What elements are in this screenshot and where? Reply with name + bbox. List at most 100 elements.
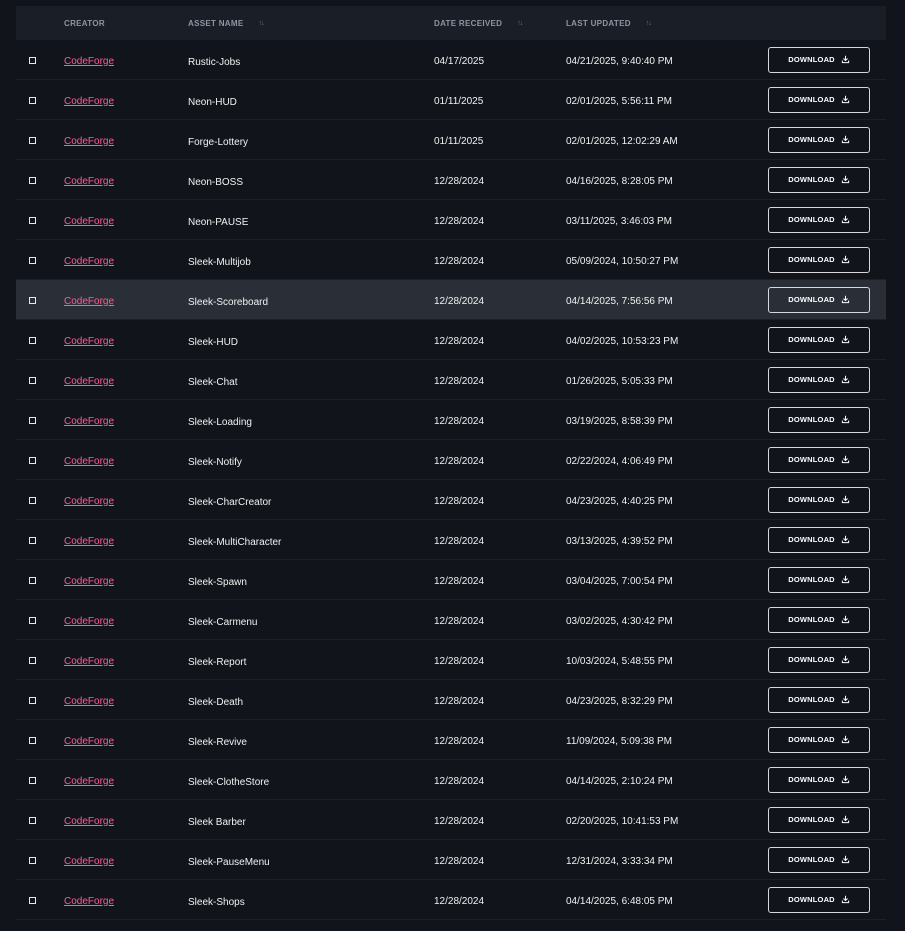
row-checkbox[interactable] <box>29 176 36 184</box>
download-button[interactable]: DOWNLOAD <box>768 846 870 873</box>
download-button[interactable]: DOWNLOAD <box>768 406 870 433</box>
creator-link[interactable]: CodeForge <box>64 456 114 467</box>
row-checkbox[interactable] <box>29 496 36 504</box>
row-checkbox[interactable] <box>29 576 36 584</box>
download-icon <box>841 295 849 304</box>
creator-link[interactable]: CodeForge <box>64 96 114 107</box>
column-header-asset-name[interactable]: ASSET NAME ↑↓ <box>188 19 434 28</box>
row-checkbox[interactable] <box>29 856 36 864</box>
creator-link[interactable]: CodeForge <box>64 896 114 907</box>
row-checkbox[interactable] <box>29 696 36 704</box>
row-checkbox[interactable] <box>29 376 36 384</box>
creator-link[interactable]: CodeForge <box>64 536 114 547</box>
row-checkbox[interactable] <box>29 296 36 304</box>
creator-link[interactable]: CodeForge <box>64 136 114 147</box>
download-button[interactable]: DOWNLOAD <box>768 566 870 593</box>
download-button[interactable]: DOWNLOAD <box>768 726 870 753</box>
row-checkbox[interactable] <box>29 736 36 744</box>
row-checkbox[interactable] <box>29 656 36 664</box>
asset-name-cell: Sleek-MultiCharacter <box>188 531 434 549</box>
table-row: CodeForge Sleek-Spawn 12/28/2024 03/04/2… <box>16 560 886 600</box>
download-button[interactable]: DOWNLOAD <box>768 166 870 193</box>
sort-icon[interactable]: ↑↓ <box>646 20 652 27</box>
row-checkbox[interactable] <box>29 416 36 424</box>
creator-link[interactable]: CodeForge <box>64 736 114 747</box>
last-updated: 03/02/2025, 4:30:42 PM <box>566 615 673 627</box>
last-updated: 04/23/2025, 8:32:29 PM <box>566 695 673 707</box>
action-cell: DOWNLOAD <box>766 166 886 193</box>
download-button[interactable]: DOWNLOAD <box>768 486 870 513</box>
row-checkbox[interactable] <box>29 336 36 344</box>
download-label: DOWNLOAD <box>788 215 835 224</box>
row-checkbox[interactable] <box>29 896 36 904</box>
download-button[interactable]: DOWNLOAD <box>768 86 870 113</box>
download-button[interactable]: DOWNLOAD <box>768 326 870 353</box>
download-button[interactable]: DOWNLOAD <box>768 46 870 73</box>
date-received: 12/28/2024 <box>434 415 485 427</box>
download-label: DOWNLOAD <box>788 295 835 304</box>
row-checkbox[interactable] <box>29 136 36 144</box>
last-updated-cell: 03/13/2025, 4:39:52 PM <box>566 531 766 549</box>
download-button[interactable]: DOWNLOAD <box>768 806 870 833</box>
download-button[interactable]: DOWNLOAD <box>768 126 870 153</box>
asset-name: Sleek-CharCreator <box>188 496 272 508</box>
asset-name: Forge-Lottery <box>188 136 249 148</box>
creator-cell: CodeForge <box>64 491 188 509</box>
creator-link[interactable]: CodeForge <box>64 656 114 667</box>
download-button[interactable]: DOWNLOAD <box>768 526 870 553</box>
creator-cell: CodeForge <box>64 731 188 749</box>
creator-link[interactable]: CodeForge <box>64 856 114 867</box>
download-button[interactable]: DOWNLOAD <box>768 366 870 393</box>
table-row: CodeForge Sleek-Report 12/28/2024 10/03/… <box>16 640 886 680</box>
creator-link[interactable]: CodeForge <box>64 56 114 67</box>
creator-link[interactable]: CodeForge <box>64 576 114 587</box>
download-button[interactable]: DOWNLOAD <box>768 606 870 633</box>
last-updated-cell: 03/19/2025, 8:58:39 PM <box>566 411 766 429</box>
download-button[interactable]: DOWNLOAD <box>768 206 870 233</box>
asset-name-cell: Sleek Barber <box>188 811 434 829</box>
creator-link[interactable]: CodeForge <box>64 376 114 387</box>
download-button[interactable]: DOWNLOAD <box>768 686 870 713</box>
download-button[interactable]: DOWNLOAD <box>768 766 870 793</box>
column-header-last-updated[interactable]: LAST UPDATED ↑↓ <box>566 19 766 28</box>
asset-name: Sleek-ClotheStore <box>188 776 270 788</box>
creator-link[interactable]: CodeForge <box>64 296 114 307</box>
sort-icon[interactable]: ↑↓ <box>517 20 523 27</box>
row-checkbox[interactable] <box>29 456 36 464</box>
creator-link[interactable]: CodeForge <box>64 216 114 227</box>
download-button[interactable]: DOWNLOAD <box>768 286 870 313</box>
row-checkbox[interactable] <box>29 536 36 544</box>
last-updated: 03/11/2025, 3:46:03 PM <box>566 215 673 227</box>
action-cell: DOWNLOAD <box>766 446 886 473</box>
column-header-creator[interactable]: CREATOR <box>64 19 188 28</box>
creator-link[interactable]: CodeForge <box>64 176 114 187</box>
action-cell: DOWNLOAD <box>766 686 886 713</box>
download-button[interactable]: DOWNLOAD <box>768 246 870 273</box>
download-button[interactable]: DOWNLOAD <box>768 446 870 473</box>
row-checkbox[interactable] <box>29 816 36 824</box>
row-checkbox-cell <box>16 891 64 909</box>
date-received: 12/28/2024 <box>434 615 485 627</box>
column-header-date-received[interactable]: DATE RECEIVED ↑↓ <box>434 19 566 28</box>
date-received-cell: 12/28/2024 <box>434 651 566 669</box>
creator-link[interactable]: CodeForge <box>64 336 114 347</box>
creator-link[interactable]: CodeForge <box>64 616 114 627</box>
row-checkbox[interactable] <box>29 96 36 104</box>
row-checkbox[interactable] <box>29 776 36 784</box>
creator-link[interactable]: CodeForge <box>64 256 114 267</box>
creator-link[interactable]: CodeForge <box>64 816 114 827</box>
download-icon <box>841 735 849 744</box>
download-button[interactable]: DOWNLOAD <box>768 886 870 913</box>
download-icon <box>841 335 849 344</box>
row-checkbox[interactable] <box>29 256 36 264</box>
row-checkbox[interactable] <box>29 56 36 64</box>
action-cell: DOWNLOAD <box>766 286 886 313</box>
creator-link[interactable]: CodeForge <box>64 496 114 507</box>
creator-link[interactable]: CodeForge <box>64 696 114 707</box>
sort-icon[interactable]: ↑↓ <box>258 20 264 27</box>
row-checkbox[interactable] <box>29 216 36 224</box>
download-button[interactable]: DOWNLOAD <box>768 646 870 673</box>
creator-link[interactable]: CodeForge <box>64 416 114 427</box>
row-checkbox[interactable] <box>29 616 36 624</box>
creator-link[interactable]: CodeForge <box>64 776 114 787</box>
